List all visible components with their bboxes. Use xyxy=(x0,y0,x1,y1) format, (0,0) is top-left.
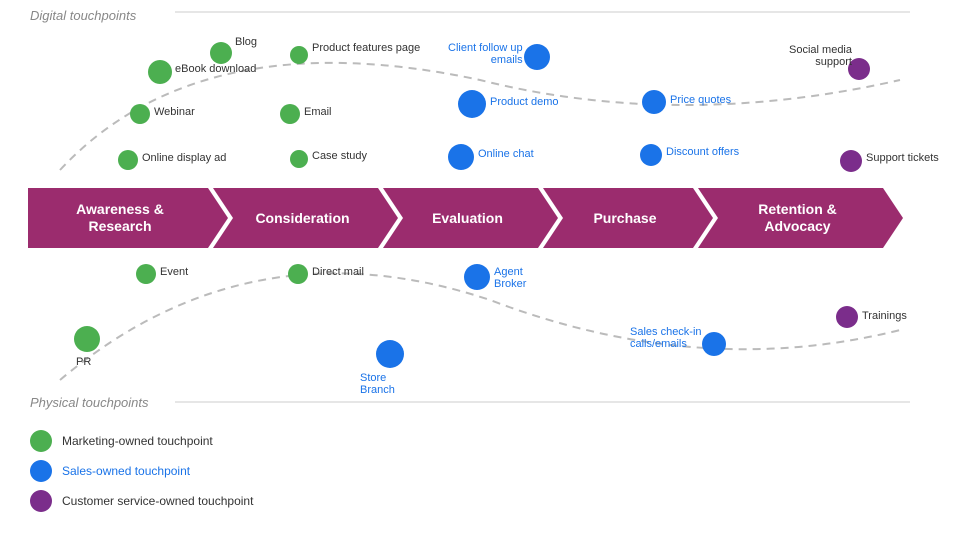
label-ebook: eBook download xyxy=(175,63,256,75)
node-price-quotes xyxy=(642,90,666,114)
legend-sales-label: Sales-owned touchpoint xyxy=(62,464,190,478)
funnel-consideration: Consideration xyxy=(213,188,378,248)
label-case-study: Case study xyxy=(312,150,367,162)
node-agent-broker xyxy=(464,264,490,290)
funnel-purchase: Purchase xyxy=(543,188,693,248)
label-online-chat: Online chat xyxy=(478,148,534,160)
label-event: Event xyxy=(160,266,188,278)
node-ebook xyxy=(148,60,172,84)
node-product-demo xyxy=(458,90,486,118)
label-store-branch: StoreBranch xyxy=(360,372,395,396)
node-direct-mail xyxy=(288,264,308,284)
legend-customer-service-label: Customer service-owned touchpoint xyxy=(62,494,253,508)
label-product-features: Product features page xyxy=(312,42,420,54)
label-online-display: Online display ad xyxy=(142,152,226,164)
label-direct-mail: Direct mail xyxy=(312,266,364,278)
funnel-evaluation: Evaluation xyxy=(383,188,538,248)
legend-purple-dot xyxy=(30,490,52,512)
node-sales-checkin xyxy=(702,332,726,356)
funnel-retention: Retention &Advocacy xyxy=(698,188,883,248)
label-blog: Blog xyxy=(235,36,257,48)
label-pr: PR xyxy=(76,356,91,368)
label-support-tickets: Support tickets xyxy=(866,152,939,164)
label-trainings: Trainings xyxy=(862,310,907,322)
node-online-chat xyxy=(448,144,474,170)
node-discount-offers xyxy=(640,144,662,166)
label-agent-broker: AgentBroker xyxy=(494,266,526,290)
label-price-quotes: Price quotes xyxy=(670,94,731,106)
label-discount-offers: Discount offers xyxy=(666,146,739,158)
label-webinar: Webinar xyxy=(154,106,195,118)
node-event xyxy=(136,264,156,284)
node-support-tickets xyxy=(840,150,862,172)
node-online-display xyxy=(118,150,138,170)
label-client-followup: Client follow upemails xyxy=(448,42,523,66)
node-webinar xyxy=(130,104,150,124)
label-sales-checkin: Sales check-incalls/emails xyxy=(630,326,702,350)
legend-marketing-label: Marketing-owned touchpoint xyxy=(62,434,213,448)
funnel-awareness: Awareness &Research xyxy=(28,188,208,248)
legend-green-dot xyxy=(30,430,52,452)
legend-sales: Sales-owned touchpoint xyxy=(30,460,253,482)
node-email xyxy=(280,104,300,124)
legend-marketing: Marketing-owned touchpoint xyxy=(30,430,253,452)
node-case-study xyxy=(290,150,308,168)
node-blog xyxy=(210,42,232,64)
funnel: Awareness &Research Consideration Evalua… xyxy=(28,188,883,248)
legend-customer-service: Customer service-owned touchpoint xyxy=(30,490,253,512)
label-social-media: Social mediasupport xyxy=(789,44,852,68)
label-email: Email xyxy=(304,106,332,118)
label-product-demo: Product demo xyxy=(490,96,558,108)
legend-blue-dot xyxy=(30,460,52,482)
physical-touchpoints-label: Physical touchpoints xyxy=(30,395,149,410)
legend: Marketing-owned touchpoint Sales-owned t… xyxy=(30,430,253,520)
node-product-features xyxy=(290,46,308,64)
digital-touchpoints-label: Digital touchpoints xyxy=(30,8,136,23)
node-pr xyxy=(74,326,100,352)
node-trainings xyxy=(836,306,858,328)
node-store-branch xyxy=(376,340,404,368)
node-client-followup xyxy=(524,44,550,70)
